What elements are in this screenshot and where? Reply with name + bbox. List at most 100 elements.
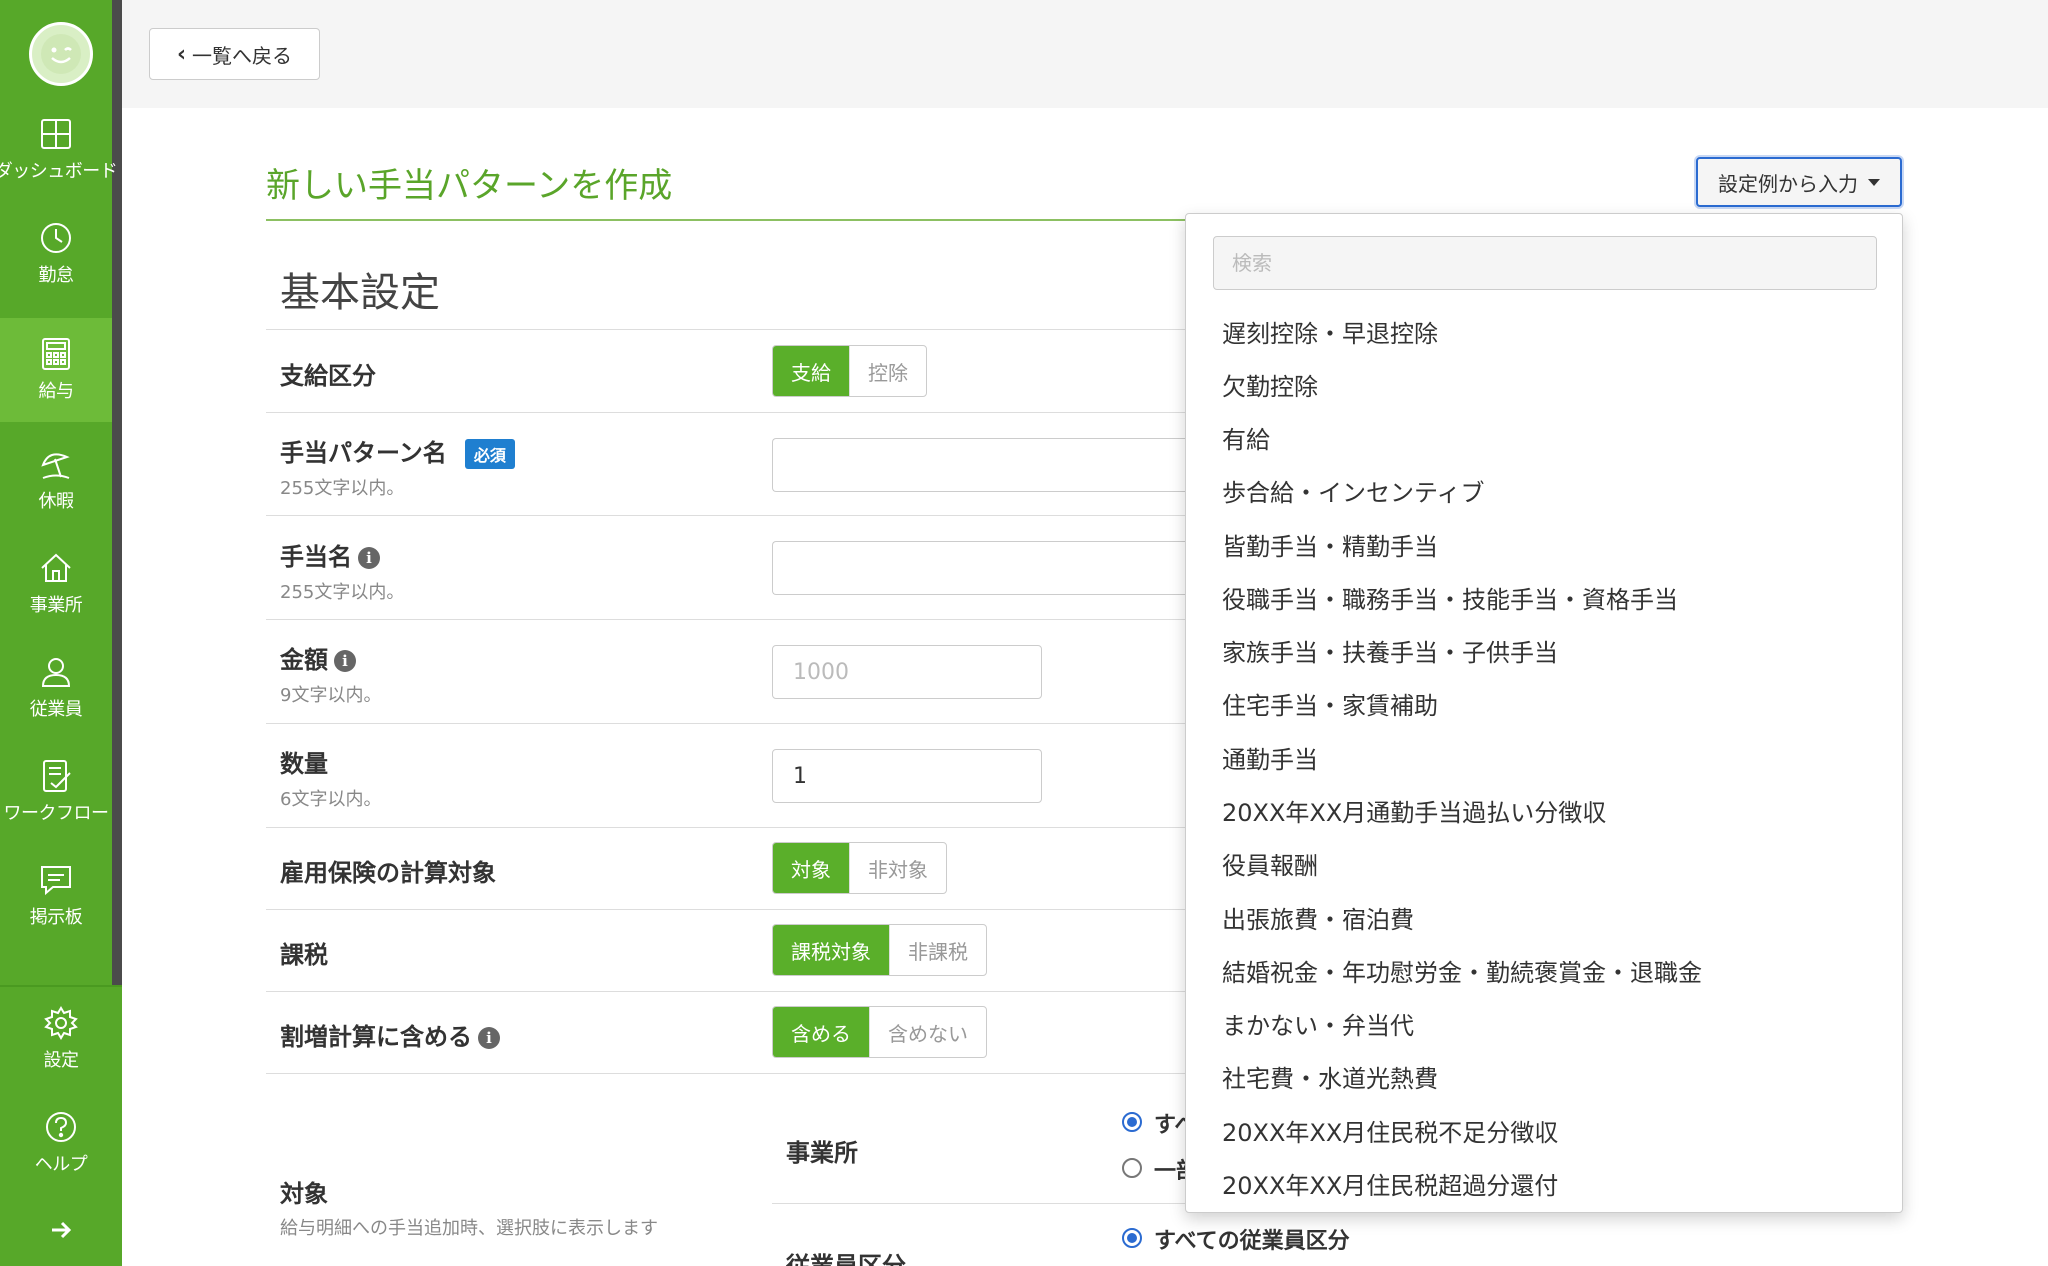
pattern-name-label-text: 手当パターン名	[280, 439, 447, 467]
dropdown-item[interactable]: 出張旅費・宿泊費	[1222, 900, 1414, 935]
nav-item-label: 事業所	[29, 595, 83, 616]
sidebar-scrollbar[interactable]	[112, 0, 122, 985]
nav-item-employees[interactable]: 従業員	[0, 636, 112, 740]
dropdown-search-input[interactable]	[1213, 236, 1877, 290]
payment-type-option-deduct[interactable]: 控除	[849, 346, 926, 396]
avatar[interactable]	[29, 22, 93, 86]
allowance-name-input[interactable]	[772, 541, 1186, 595]
overtime-toggle: 含める 含めない	[772, 1006, 987, 1058]
nav-item-dashboard[interactable]: ダッシュボード	[0, 98, 118, 202]
nav-item-label: ワークフロー	[3, 803, 110, 824]
dropdown-item[interactable]: 家族手当・扶養手当・子供手当	[1222, 633, 1558, 668]
calculator-icon	[42, 338, 70, 370]
row-divider	[266, 619, 1186, 620]
employment-insurance-toggle: 対象 非対象	[772, 842, 947, 894]
nav-item-label: 給与	[38, 381, 75, 402]
back-to-list-button[interactable]: ‹ 一覧へ戻る	[149, 28, 320, 80]
smiley-icon	[41, 34, 81, 74]
pattern-name-label: 手当パターン名 必須	[280, 433, 515, 469]
pattern-name-input[interactable]	[772, 438, 1186, 492]
overtime-option-include[interactable]: 含める	[773, 1007, 869, 1057]
dropdown-item[interactable]: 20XX年XX月住民税超過分還付	[1222, 1166, 1558, 1201]
required-badge: 必須	[464, 439, 515, 469]
dropdown-item[interactable]: まかない・弁当代	[1222, 1006, 1414, 1041]
row-divider	[266, 991, 1186, 992]
info-icon[interactable]: i	[478, 1027, 500, 1049]
dropdown-item[interactable]: 役員報酬	[1222, 846, 1318, 881]
quantity-input[interactable]: 1	[772, 749, 1042, 803]
office-radio-all[interactable]	[1122, 1112, 1142, 1132]
dropdown-item[interactable]: 20XX年XX月通勤手当過払い分徴収	[1222, 793, 1606, 828]
row-divider	[266, 515, 1186, 516]
chat-icon	[41, 866, 71, 896]
sidebar: ダッシュボード 勤怠 給与 休暇 事業所 従業員 ワークフロー 掲示板 設定 ヘ…	[0, 0, 122, 1266]
nav-item-label: 休暇	[38, 491, 75, 512]
taxation-option-taxable[interactable]: 課税対象	[773, 925, 889, 975]
help-icon	[46, 1112, 76, 1142]
office-radio-partial[interactable]	[1122, 1158, 1142, 1178]
taxation-toggle: 課税対象 非課税	[772, 924, 987, 976]
back-label: 一覧へ戻る	[192, 43, 293, 68]
nav-item-label: 勤怠	[38, 265, 75, 286]
nav-item-attendance[interactable]: 勤怠	[0, 202, 112, 306]
office-label: 事業所	[786, 1139, 858, 1167]
taxation-label: 課税	[280, 941, 328, 969]
employment-insurance-label: 雇用保険の計算対象	[280, 859, 496, 887]
nav-item-label: 設定	[43, 1050, 80, 1071]
user-icon	[41, 658, 71, 687]
nav-item-office[interactable]: 事業所	[0, 532, 112, 636]
dropdown-item[interactable]: 結婚祝金・年功慰労金・勤続褒賞金・退職金	[1222, 953, 1702, 988]
dropdown-item[interactable]: 有給	[1222, 420, 1270, 455]
caret-down-icon	[1868, 178, 1880, 186]
chevron-left-icon: ‹	[176, 41, 187, 67]
dropdown-item[interactable]: 皆勤手当・精勤手当	[1222, 527, 1438, 562]
dropdown-item[interactable]: 役職手当・職務手当・技能手当・資格手当	[1222, 580, 1678, 615]
amount-input[interactable]: 1000	[772, 645, 1042, 699]
target-hint: 給与明細への手当追加時、選択肢に表示します	[280, 1218, 658, 1239]
employment-insurance-option-nontarget[interactable]: 非対象	[849, 843, 946, 893]
page-title: 新しい手当パターンを作成	[266, 166, 673, 206]
employee-type-radio-all-text: すべての従業員区分	[1154, 1229, 1350, 1254]
dropdown-item[interactable]: 住宅手当・家賃補助	[1222, 686, 1438, 721]
taxation-option-nontaxable[interactable]: 非課税	[889, 925, 986, 975]
row-divider	[266, 329, 1186, 330]
target-label: 対象	[280, 1180, 328, 1208]
nav-item-leave[interactable]: 休暇	[0, 428, 112, 532]
nav-item-settings[interactable]: 設定	[0, 987, 122, 1091]
info-icon[interactable]: i	[334, 650, 356, 672]
dropdown-item[interactable]: 20XX年XX月住民税不足分徴収	[1222, 1113, 1558, 1148]
nav-item-payroll[interactable]: 給与	[0, 318, 112, 422]
nav-item-help[interactable]: ヘルプ	[0, 1091, 122, 1195]
dropdown-item[interactable]: 通勤手当	[1222, 740, 1318, 775]
payment-type-label: 支給区分	[280, 362, 376, 390]
dropdown-item[interactable]: 社宅費・水道光熱費	[1222, 1059, 1438, 1094]
allowance-name-label: 手当名 i	[280, 537, 380, 572]
nav-item-workflow[interactable]: ワークフロー	[0, 740, 112, 844]
row-divider	[266, 412, 1186, 413]
home-icon	[41, 553, 71, 582]
row-divider	[266, 723, 1186, 724]
info-icon[interactable]: i	[358, 547, 380, 569]
top-bar: ‹ 一覧へ戻る	[122, 0, 2048, 108]
example-button-label: 設定例から入力	[1718, 171, 1858, 196]
checklist-icon	[43, 760, 71, 792]
payment-type-option-pay[interactable]: 支給	[773, 346, 849, 396]
clock-icon	[41, 223, 71, 253]
nav-item-label: 従業員	[29, 699, 83, 720]
overtime-option-exclude[interactable]: 含めない	[869, 1007, 986, 1057]
dropdown-item[interactable]: 歩合給・インセンティブ	[1222, 473, 1485, 508]
employee-type-radio-all[interactable]	[1122, 1228, 1142, 1248]
dropdown-item[interactable]: 欠勤控除	[1222, 367, 1318, 402]
sub-divider	[772, 1203, 1186, 1204]
example-dropdown-menu: 遅刻控除・早退控除 欠勤控除 有給 歩合給・インセンティブ 皆勤手当・精勤手当 …	[1185, 213, 1903, 1213]
employee-type-label: 従業員区分	[786, 1252, 906, 1266]
example-input-button[interactable]: 設定例から入力	[1696, 157, 1902, 207]
row-divider	[266, 909, 1186, 910]
nav-item-label: ダッシュボード	[0, 161, 118, 182]
expand-sidebar-button[interactable]	[0, 1200, 122, 1260]
section-title: 基本設定	[280, 270, 440, 316]
employment-insurance-option-target[interactable]: 対象	[773, 843, 849, 893]
allowance-name-label-text: 手当名	[280, 543, 352, 571]
nav-item-board[interactable]: 掲示板	[0, 844, 112, 948]
dropdown-item[interactable]: 遅刻控除・早退控除	[1222, 314, 1438, 349]
